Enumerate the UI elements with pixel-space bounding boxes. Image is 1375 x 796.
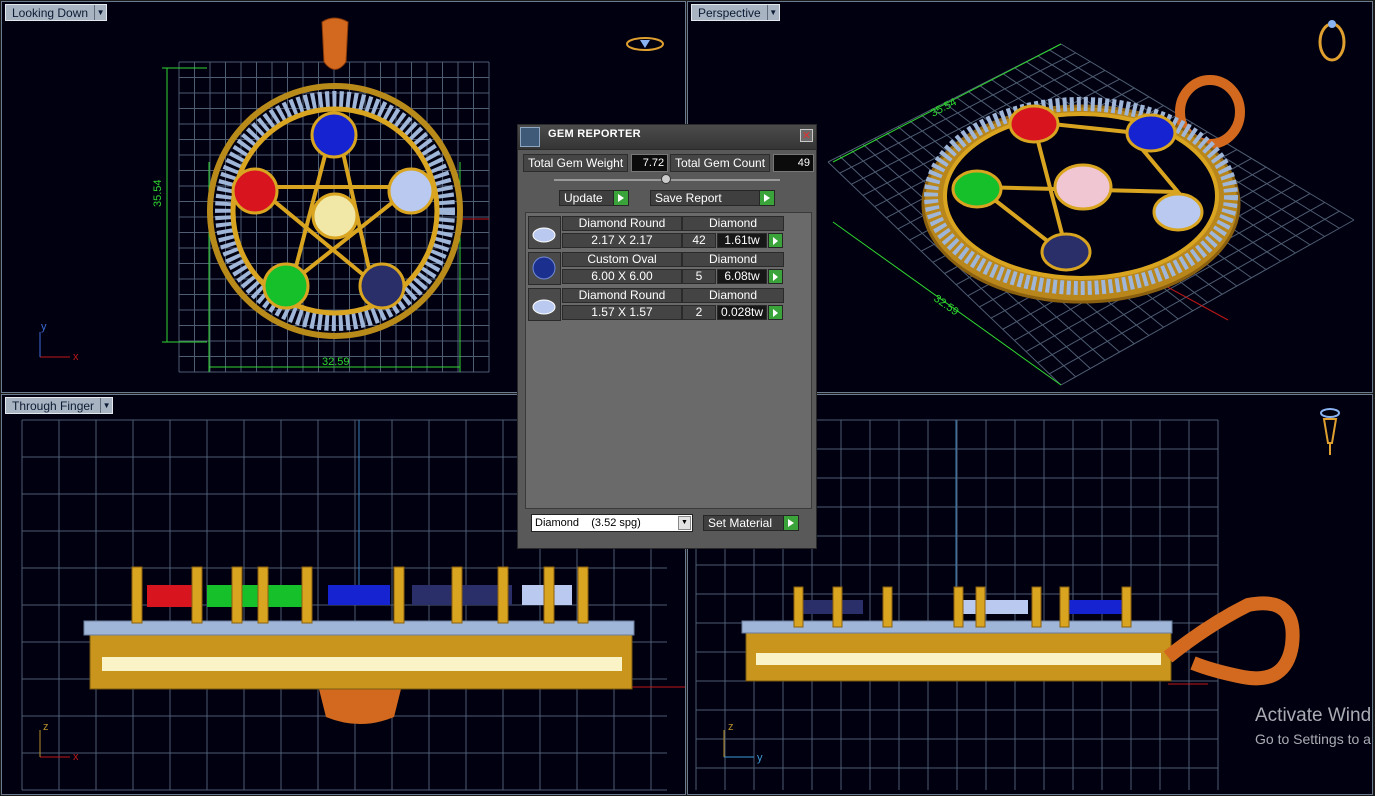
total-weight-label: Total Gem Weight bbox=[523, 154, 629, 172]
view-label: Looking Down bbox=[12, 5, 89, 20]
gem-count: 2 bbox=[682, 305, 716, 320]
view-selector-through-finger[interactable]: Through Finger ▼ bbox=[5, 397, 114, 414]
axis-label-x: x bbox=[73, 351, 79, 363]
dimension-a: 35.54 bbox=[929, 96, 959, 120]
material-select-value: Diamond (3.52 spg) bbox=[535, 517, 641, 529]
gem-weight: 1.61tw bbox=[717, 233, 767, 248]
view-selector-looking-down[interactable]: Looking Down ▼ bbox=[5, 4, 108, 21]
total-count-label: Total Gem Count bbox=[670, 154, 771, 172]
gem-count: 5 bbox=[682, 269, 716, 284]
close-icon[interactable]: ✕ bbox=[800, 129, 813, 142]
gem-report-icon bbox=[520, 127, 540, 147]
panel-title-bar[interactable]: GEM REPORTER ✕ bbox=[518, 125, 816, 150]
total-count-value: 49 bbox=[773, 154, 815, 172]
gem-count: 42 bbox=[682, 233, 716, 248]
gem-shape: Diamond Round bbox=[562, 216, 682, 231]
axis-indicator bbox=[39, 332, 70, 358]
gem-material: Diamond bbox=[682, 252, 784, 267]
chevron-down-icon[interactable]: ▼ bbox=[766, 5, 779, 20]
pendant-side-view bbox=[83, 566, 635, 724]
chevron-down-icon[interactable]: ▼ bbox=[100, 398, 112, 413]
pendant-perspective-view bbox=[921, 75, 1245, 304]
save-report-label: Save Report bbox=[655, 191, 722, 205]
gem-row[interactable]: Diamond Round Diamond 2.17 X 2.17 42 1.6… bbox=[528, 216, 784, 249]
pendant-side-view-y bbox=[741, 586, 1300, 686]
view-selector-perspective[interactable]: Perspective ▼ bbox=[691, 4, 780, 21]
view-label: Perspective bbox=[698, 5, 761, 20]
set-material-button[interactable]: Set Material bbox=[703, 515, 799, 531]
axis-label-z: z bbox=[728, 721, 734, 733]
gem-reporter-panel: GEM REPORTER ✕ Total Gem Weight 7.72 Tot… bbox=[517, 124, 817, 549]
set-material-label: Set Material bbox=[708, 516, 773, 530]
pendant-top-view bbox=[207, 17, 463, 339]
axis-label-x: x bbox=[73, 751, 79, 763]
gem-list[interactable]: Diamond Round Diamond 2.17 X 2.17 42 1.6… bbox=[525, 212, 812, 509]
axis-indicator bbox=[723, 730, 754, 758]
play-icon bbox=[759, 191, 774, 205]
gem-row[interactable]: Diamond Round Diamond 1.57 X 1.57 2 0.02… bbox=[528, 288, 784, 321]
gem-size: 2.17 X 2.17 bbox=[562, 233, 682, 248]
ring-nav-icon bbox=[1320, 408, 1340, 455]
ring-nav-icon bbox=[626, 37, 664, 51]
play-icon bbox=[613, 191, 628, 205]
gem-row[interactable]: Custom Oval Diamond 6.00 X 6.00 5 6.08tw bbox=[528, 252, 784, 285]
gem-thumbnail bbox=[528, 288, 561, 321]
total-count-group: Total Gem Count 49 bbox=[670, 154, 815, 172]
gem-material: Diamond bbox=[682, 288, 784, 303]
panel-title: GEM REPORTER bbox=[548, 128, 641, 140]
watermark-line1: Activate Wind bbox=[1255, 705, 1372, 726]
save-report-button[interactable]: Save Report bbox=[650, 190, 775, 206]
chevron-down-icon[interactable]: ▼ bbox=[94, 5, 106, 20]
dimension-vertical: 35.54 bbox=[152, 179, 164, 207]
dimension-horizontal: 32.59 bbox=[322, 356, 350, 368]
axis-label-y: y bbox=[41, 321, 47, 333]
axis-label-z: z bbox=[43, 721, 49, 733]
watermark-line2: Go to Settings to a bbox=[1255, 731, 1371, 747]
gem-weight: 6.08tw bbox=[717, 269, 767, 284]
ring-nav-icon bbox=[1318, 20, 1346, 62]
gem-shape: Diamond Round bbox=[562, 288, 682, 303]
play-icon[interactable] bbox=[768, 305, 783, 320]
panel-slider-knob[interactable] bbox=[661, 174, 671, 184]
total-weight-value: 7.72 bbox=[631, 154, 669, 172]
gem-thumbnail bbox=[528, 252, 561, 285]
gem-shape: Custom Oval bbox=[562, 252, 682, 267]
play-icon[interactable] bbox=[768, 269, 783, 284]
play-icon[interactable] bbox=[768, 233, 783, 248]
view-label: Through Finger bbox=[12, 398, 95, 413]
update-label: Update bbox=[564, 191, 603, 205]
gem-weight: 0.028tw bbox=[717, 305, 767, 320]
gem-material: Diamond bbox=[682, 216, 784, 231]
total-weight-group: Total Gem Weight 7.72 bbox=[523, 154, 669, 172]
gem-size: 6.00 X 6.00 bbox=[562, 269, 682, 284]
gem-thumbnail bbox=[528, 216, 561, 249]
chevron-down-icon[interactable]: ▼ bbox=[678, 516, 691, 530]
material-select[interactable]: Diamond (3.52 spg) ▼ bbox=[531, 514, 693, 532]
dimension-b: 32.59 bbox=[931, 293, 960, 319]
play-icon bbox=[783, 516, 798, 530]
update-button[interactable]: Update bbox=[559, 190, 629, 206]
axis-label-y: y bbox=[757, 752, 763, 764]
windows-activation-watermark: Activate Wind Go to Settings to a bbox=[1255, 705, 1371, 747]
gem-size: 1.57 X 1.57 bbox=[562, 305, 682, 320]
